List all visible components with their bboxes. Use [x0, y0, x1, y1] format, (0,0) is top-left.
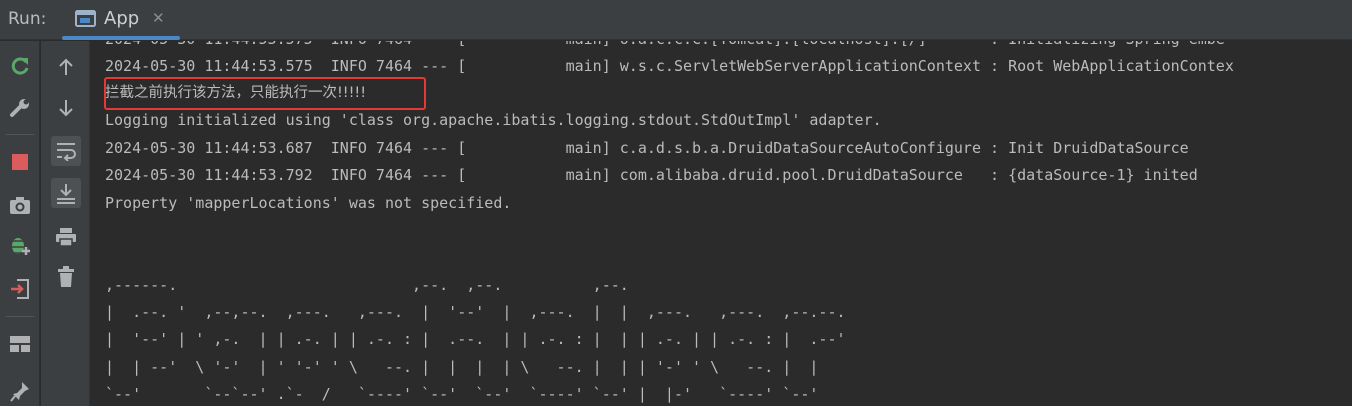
banner-line: | .--. ' ,--,--. ,---. ,---. | '--' | ,-… [105, 303, 846, 321]
banner-line: | '--' | ' ,-. | | .-. | | .-. : | .--. … [105, 330, 846, 348]
tab-app-label: App [104, 8, 140, 29]
soft-wrap-icon[interactable] [51, 136, 81, 166]
banner-line: | | --' \ '-' | ' '-' ' \ --. | | | | \ … [105, 358, 819, 376]
close-icon[interactable]: ✕ [152, 9, 165, 27]
run-label: Run: [8, 9, 47, 29]
stop-icon[interactable] [5, 147, 35, 177]
console-output[interactable]: 2024-05-30 11:44:53.575 INFO 7464 --- [ … [91, 41, 1352, 406]
rerun-icon[interactable] [5, 51, 35, 81]
debug-rerun-icon[interactable] [5, 232, 35, 262]
console-line: 2024-05-30 11:44:53.575 INFO 7464 --- [ … [105, 57, 1234, 75]
exit-icon[interactable] [5, 274, 35, 304]
pin-icon[interactable] [5, 377, 35, 406]
camera-icon[interactable] [5, 190, 35, 220]
run-tool-window-header: Run: App ✕ [0, 0, 1352, 40]
console-line: 2024-05-30 11:44:53.575 INFO 7464 --- [ … [105, 41, 1225, 50]
run-actions-toolbar [0, 41, 40, 406]
down-arrow-icon[interactable] [51, 93, 81, 123]
wrench-icon[interactable] [5, 93, 35, 123]
trash-icon[interactable] [51, 262, 81, 292]
active-tab-indicator [62, 36, 180, 40]
console-actions-toolbar [41, 41, 90, 406]
red-annotation-box [104, 77, 426, 110]
console-line: 2024-05-30 11:44:53.687 INFO 7464 --- [ … [105, 139, 1189, 157]
up-arrow-icon[interactable] [51, 52, 81, 82]
scroll-to-end-icon[interactable] [51, 178, 81, 208]
toolbar-separator [6, 134, 34, 135]
console-line: Property 'mapperLocations' was not speci… [105, 194, 512, 212]
banner-line: `--' `--`--' .`- / `----' `--' `--' `---… [105, 385, 819, 403]
tab-app[interactable]: App ✕ [62, 0, 180, 40]
banner-line: ,------. ,--. ,--. ,--. [105, 276, 629, 294]
console-line: Logging initialized using 'class org.apa… [105, 111, 882, 129]
application-icon [75, 9, 97, 29]
layout-icon[interactable] [5, 329, 35, 359]
console-line: 2024-05-30 11:44:53.792 INFO 7464 --- [ … [105, 166, 1198, 184]
toolbar-separator [6, 316, 34, 317]
print-icon[interactable] [51, 222, 81, 252]
